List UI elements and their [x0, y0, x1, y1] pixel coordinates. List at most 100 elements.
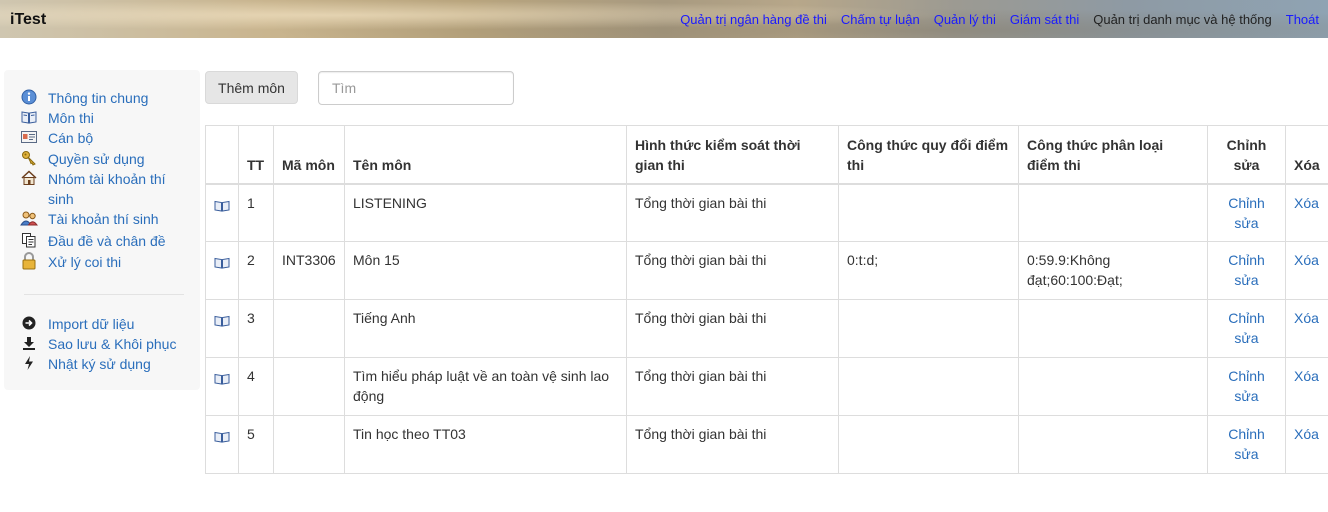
nav-question-bank[interactable]: Quản trị ngân hàng đề thi [680, 12, 827, 27]
row-delete-cell: Xóa [1285, 183, 1328, 242]
book-icon[interactable] [214, 254, 230, 274]
sidebar-item-subjects[interactable]: Môn thi [20, 108, 188, 128]
table-row: 2 INT3306 Môn 15 Tổng thời gian bài thi … [205, 241, 1328, 300]
edit-link[interactable]: Chỉnh sửa [1228, 368, 1265, 404]
row-conversion: 0:t:d; [838, 241, 1019, 300]
add-subject-button[interactable]: Thêm môn [205, 71, 298, 104]
row-edit-cell: Chỉnh sửa [1207, 415, 1286, 474]
row-code [273, 183, 345, 242]
table-row: 4 Tìm hiểu pháp luật về an toàn vệ sinh … [205, 357, 1328, 416]
row-code: INT3306 [273, 241, 345, 300]
row-time-control: Tổng thời gian bài thi [626, 357, 839, 416]
nav-exam-monitoring[interactable]: Giám sát thi [1010, 12, 1079, 27]
column-header-classification: Công thức phân loại điểm thi [1018, 125, 1208, 185]
column-header-edit: Chỉnh sửa [1207, 125, 1286, 185]
keys-icon [20, 149, 38, 167]
book-icon[interactable] [214, 312, 230, 332]
book-icon [20, 108, 38, 126]
row-time-control: Tổng thời gian bài thi [626, 415, 839, 474]
top-nav-links: Quản trị ngân hàng đề thi Chấm tự luận Q… [666, 12, 1319, 27]
row-icon-cell [205, 241, 239, 300]
row-name: Tiếng Anh [344, 299, 627, 358]
sidebar-item-permissions[interactable]: Quyền sử dụng [20, 149, 188, 169]
sidebar-item-label: Tài khoản thí sinh [48, 211, 159, 227]
column-header-time-control: Hình thức kiểm soát thời gian thi [626, 125, 839, 185]
row-edit-cell: Chỉnh sửa [1207, 241, 1286, 300]
sidebar-item-label: Môn thi [48, 110, 94, 126]
row-code [273, 415, 345, 474]
nav-exam-management[interactable]: Quản lý thi [934, 12, 996, 27]
house-icon [20, 169, 38, 187]
sidebar-item-label: Thông tin chung [48, 90, 149, 106]
row-delete-cell: Xóa [1285, 241, 1328, 300]
delete-link[interactable]: Xóa [1294, 195, 1319, 211]
users-icon [20, 209, 38, 227]
sidebar-item-label: Import dữ liệu [48, 316, 135, 332]
flash-icon [20, 354, 38, 372]
column-header-name: Tên môn [344, 125, 627, 185]
search-input[interactable] [318, 71, 514, 105]
book-icon[interactable] [214, 428, 230, 448]
id-card-icon [20, 128, 38, 146]
row-icon-cell [205, 183, 239, 242]
row-conversion [838, 299, 1019, 358]
sidebar-item-proctoring[interactable]: Xử lý coi thi [20, 252, 188, 272]
delete-link[interactable]: Xóa [1294, 426, 1319, 442]
delete-link[interactable]: Xóa [1294, 368, 1319, 384]
sidebar-item-label: Đầu đề và chân đề [48, 233, 166, 249]
edit-link[interactable]: Chỉnh sửa [1228, 252, 1265, 288]
sidebar-item-general-info[interactable]: Thông tin chung [20, 88, 188, 108]
sidebar-item-usage-log[interactable]: Nhật ký sử dụng [20, 354, 188, 374]
row-tt: 3 [238, 299, 274, 358]
nav-catalog-system[interactable]: Quản trị danh mục và hệ thống [1093, 12, 1272, 27]
row-time-control: Tổng thời gian bài thi [626, 299, 839, 358]
row-edit-cell: Chỉnh sửa [1207, 357, 1286, 416]
row-tt: 1 [238, 183, 274, 242]
sidebar-item-label: Quyền sử dụng [48, 151, 145, 167]
sidebar-item-label: Xử lý coi thi [48, 254, 122, 270]
sidebar-item-backup-restore[interactable]: Sao lưu & Khôi phục [20, 334, 188, 354]
row-icon-cell [205, 357, 239, 416]
row-classification [1018, 415, 1208, 474]
book-icon[interactable] [214, 197, 230, 217]
edit-link[interactable]: Chỉnh sửa [1228, 426, 1265, 462]
row-conversion [838, 357, 1019, 416]
info-icon [20, 88, 38, 106]
sidebar-item-label: Nhật ký sử dụng [48, 356, 151, 372]
delete-link[interactable]: Xóa [1294, 310, 1319, 326]
column-header-tt: TT [238, 125, 274, 185]
table-row: 1 LISTENING Tổng thời gian bài thi Chỉnh… [205, 183, 1328, 242]
nav-logout[interactable]: Thoát [1286, 12, 1319, 27]
sidebar-item-label: Nhóm tài khoản thí sinh [48, 171, 166, 207]
arrow-circle-icon [20, 314, 38, 332]
sidebar-item-label: Sao lưu & Khôi phục [48, 336, 177, 352]
row-name: Tìm hiểu pháp luật về an toàn vệ sinh la… [344, 357, 627, 416]
table-row: 3 Tiếng Anh Tổng thời gian bài thi Chỉnh… [205, 299, 1328, 358]
download-icon [20, 334, 38, 352]
sidebar-divider [24, 294, 184, 295]
row-conversion [838, 415, 1019, 474]
sidebar-item-candidate-groups[interactable]: Nhóm tài khoản thí sinh [20, 169, 188, 209]
row-conversion [838, 183, 1019, 242]
sidebar: Thông tin chung Môn thi Cán bộ Quyền sử … [4, 70, 200, 390]
sidebar-item-candidate-accounts[interactable]: Tài khoản thí sinh [20, 209, 188, 229]
nav-essay-grading[interactable]: Chấm tự luận [841, 12, 920, 27]
edit-link[interactable]: Chỉnh sửa [1228, 195, 1265, 231]
row-code [273, 357, 345, 416]
edit-link[interactable]: Chỉnh sửa [1228, 310, 1265, 346]
column-header-icon [205, 125, 239, 185]
lock-icon [20, 252, 38, 270]
sidebar-item-staff[interactable]: Cán bộ [20, 128, 188, 148]
row-time-control: Tổng thời gian bài thi [626, 183, 839, 242]
brand-logo[interactable]: iTest [10, 11, 46, 29]
delete-link[interactable]: Xóa [1294, 252, 1319, 268]
row-icon-cell [205, 415, 239, 474]
sidebar-item-import[interactable]: Import dữ liệu [20, 314, 188, 334]
column-header-delete: Xóa [1285, 125, 1328, 185]
column-header-conversion: Công thức quy đổi điểm thi [838, 125, 1019, 185]
book-icon[interactable] [214, 370, 230, 390]
row-tt: 4 [238, 357, 274, 416]
table-row: 5 Tin học theo TT03 Tổng thời gian bài t… [205, 415, 1328, 474]
sidebar-item-header-footer[interactable]: Đầu đề và chân đề [20, 231, 188, 251]
row-icon-cell [205, 299, 239, 358]
